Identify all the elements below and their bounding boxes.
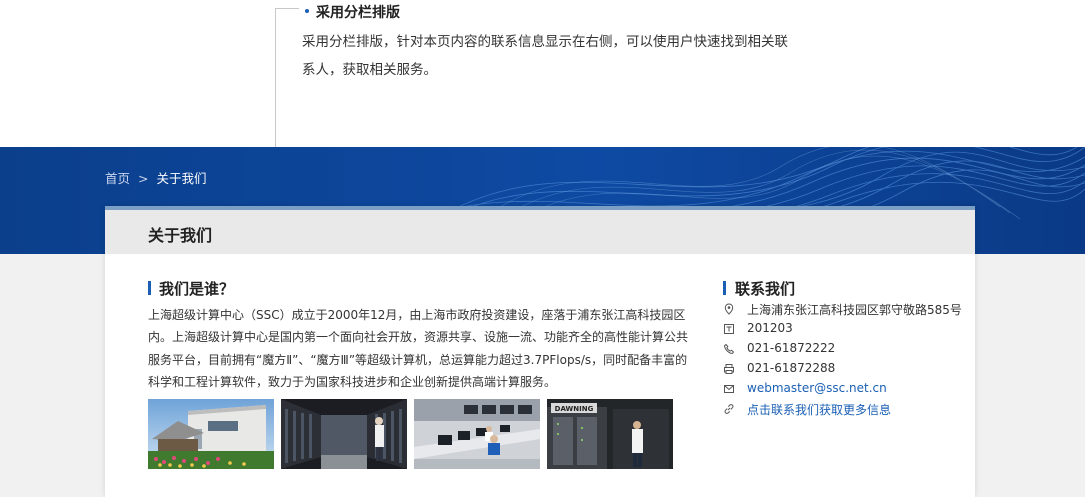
link-icon	[724, 404, 734, 414]
contact-address: 上海浦东张江高科技园区郭守敬路585号	[723, 301, 973, 319]
contact-postcode: 201203	[723, 321, 973, 339]
dawning-label: DAWNING	[555, 405, 594, 413]
building-photo-icon[interactable]	[148, 399, 274, 469]
breadcrumb-separator: >	[138, 171, 149, 186]
postcode-icon	[724, 324, 734, 334]
about-heading: 我们是谁？	[159, 280, 235, 298]
contact-heading: 联系我们	[735, 280, 796, 298]
dawning-rack-photo-icon[interactable]: DAWNING	[547, 399, 673, 469]
contact-more: 点击联系我们获取更多信息	[723, 401, 973, 419]
breadcrumb-current: 关于我们	[156, 171, 207, 186]
contact-fax-text: 021-61872288	[747, 361, 836, 375]
section-marker	[148, 281, 151, 295]
control-room-photo-icon[interactable]	[414, 399, 540, 469]
annotation-leader-vertical	[275, 8, 276, 147]
contact-email: webmaster@ssc.net.cn	[723, 381, 973, 399]
contact-email-link[interactable]: webmaster@ssc.net.cn	[747, 381, 887, 395]
contact-fax: 021-61872288	[723, 361, 973, 379]
breadcrumb-home-link[interactable]: 首页	[105, 171, 130, 186]
contact-more-link[interactable]: 点击联系我们获取更多信息	[747, 401, 891, 418]
mail-icon	[724, 385, 734, 393]
annotation-bullet-icon	[305, 9, 309, 13]
contact-address-text: 上海浦东张江高科技园区郭守敬路585号	[747, 303, 962, 317]
fax-icon	[724, 364, 734, 374]
section-marker	[723, 281, 726, 295]
annotation-title: 采用分栏排版	[316, 5, 400, 21]
server-room-photo-icon[interactable]	[281, 399, 407, 469]
contact-phone-text: 021-61872222	[747, 341, 836, 355]
about-paragraph: 上海超级计算中心（SSC）成立于2000年12月，由上海市政府投资建设，座落于浦…	[148, 308, 689, 390]
annotation-leader-horizontal	[275, 8, 299, 9]
contact-postcode-text: 201203	[747, 321, 793, 335]
annotation-text: 采用分栏排版，针对本页内容的联系信息显示在右侧，可以使用户快速找到相关联系人，获…	[302, 34, 788, 78]
phone-icon	[723, 343, 735, 355]
page-title: 关于我们	[148, 226, 213, 245]
breadcrumb: 首页 > 关于我们	[105, 168, 207, 187]
card-header	[105, 210, 975, 254]
location-icon	[724, 303, 734, 315]
contact-phone: 021-61872222	[723, 341, 973, 359]
content-card: 关于我们 我们是谁？ 上海超级计算中心（SSC）成立于2000年12月，由上海市…	[105, 206, 975, 497]
